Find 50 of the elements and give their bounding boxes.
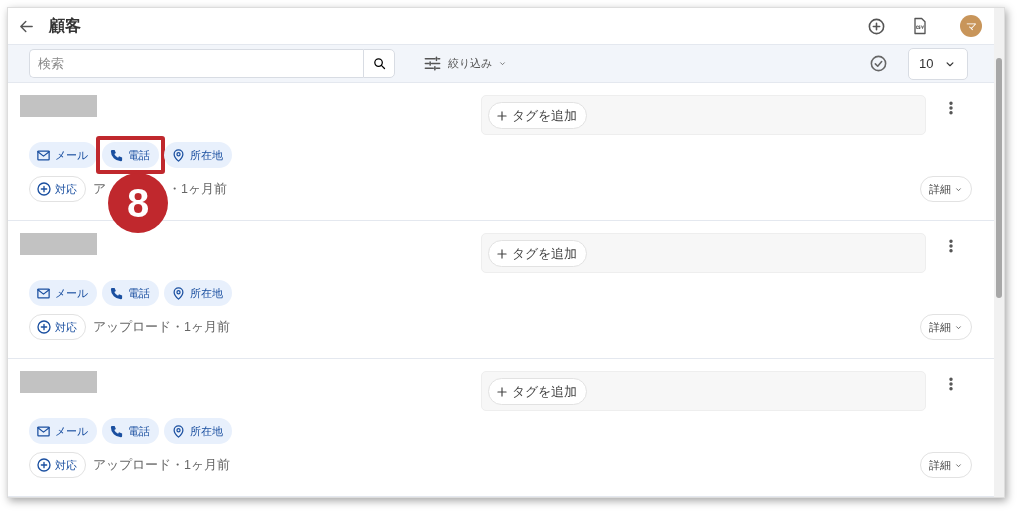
upload-time: アップロード・1ヶ月前 (93, 456, 230, 474)
plus-circle-icon (36, 457, 52, 473)
phone-icon (109, 423, 124, 439)
respond-button[interactable]: 対応 (29, 314, 86, 340)
plus-circle-icon (36, 319, 52, 335)
mail-icon (36, 147, 51, 163)
plus-icon (495, 108, 509, 123)
details-button[interactable]: 詳細 (920, 176, 972, 202)
respond-button[interactable]: 対応 (29, 176, 86, 202)
plus-circle-icon (867, 16, 886, 36)
respond-button[interactable]: 対応 (29, 452, 86, 478)
phone-icon (109, 285, 124, 301)
mail-icon (36, 423, 51, 439)
scrollbar[interactable] (994, 8, 1004, 497)
page-size-select[interactable]: 10 (908, 47, 968, 80)
mail-icon (36, 285, 51, 301)
add-button[interactable] (867, 16, 886, 36)
mail-button[interactable]: メール (29, 418, 97, 444)
upload-time: アップロード・1ヶ月前 (93, 318, 230, 336)
plus-icon (495, 246, 509, 261)
location-pin-icon (171, 423, 186, 439)
search-button[interactable] (363, 49, 395, 79)
filter-button[interactable]: 絞り込み (417, 53, 513, 75)
mail-button[interactable]: メール (29, 280, 97, 306)
search-icon (371, 56, 387, 72)
location-button[interactable]: 所在地 (164, 280, 232, 306)
plus-circle-icon (36, 181, 52, 197)
select-button[interactable] (869, 54, 888, 74)
check-circle-icon (869, 54, 888, 74)
phone-icon (109, 147, 124, 163)
location-button[interactable]: 所在地 (164, 418, 232, 444)
location-pin-icon (171, 147, 186, 163)
upload-time: ・1ヶ月前 (168, 180, 227, 198)
phone-button[interactable]: 電話 (102, 280, 159, 306)
location-pin-icon (171, 285, 186, 301)
scrollbar-thumb[interactable] (996, 58, 1002, 298)
add-tag-button[interactable]: タグを追加 (488, 240, 587, 267)
page-title: 顧客 (49, 16, 81, 37)
search-field[interactable]: 検索 (29, 49, 363, 79)
details-button[interactable]: 詳細 (920, 314, 972, 340)
add-tag-button[interactable]: タグを追加 (488, 102, 587, 129)
phone-button[interactable]: 電話 (102, 418, 159, 444)
add-tag-button[interactable]: タグを追加 (488, 378, 587, 405)
upload-time: ア (93, 180, 106, 198)
plus-icon (495, 384, 509, 399)
step-number-badge: 8 (108, 173, 168, 233)
phone-button[interactable]: 電話 (102, 142, 159, 168)
location-button[interactable]: 所在地 (164, 142, 232, 168)
mail-button[interactable]: メール (29, 142, 97, 168)
details-button[interactable]: 詳細 (920, 452, 972, 478)
